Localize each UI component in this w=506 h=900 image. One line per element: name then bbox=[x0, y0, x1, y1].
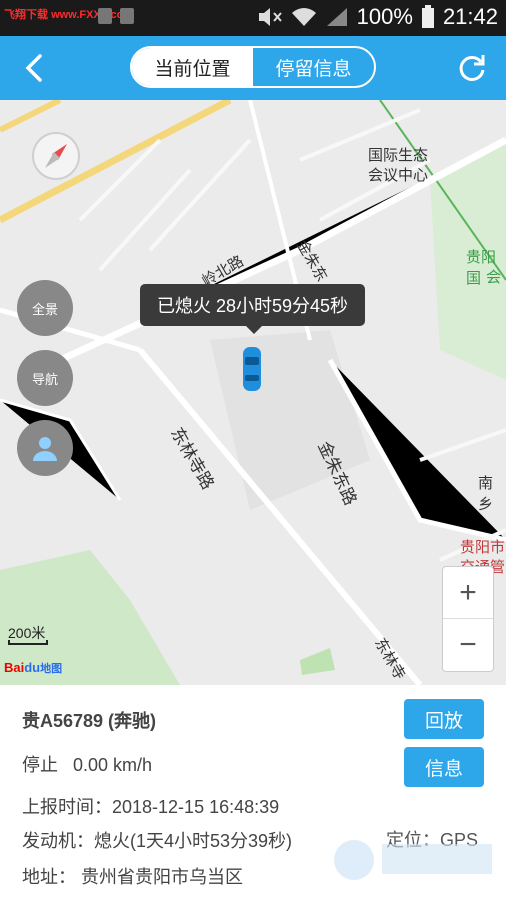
notification-icon bbox=[98, 8, 112, 24]
address: 地址： 贵州省贵阳市乌当区 bbox=[22, 867, 243, 887]
refresh-icon[interactable] bbox=[454, 50, 490, 86]
zoom-in-button[interactable]: + bbox=[443, 567, 493, 619]
user-location-button[interactable] bbox=[17, 420, 73, 476]
wifi-icon bbox=[291, 8, 316, 26]
tab-current-location[interactable]: 当前位置 bbox=[132, 48, 253, 86]
car-marker-icon[interactable] bbox=[242, 345, 262, 393]
status-label: 停止 bbox=[22, 755, 58, 775]
vehicle-status: 停止 0.00 km/h bbox=[22, 751, 152, 777]
compass-icon[interactable] bbox=[32, 132, 80, 180]
map-label: 会议中心 bbox=[368, 167, 429, 184]
mute-icon bbox=[258, 8, 282, 26]
battery-icon bbox=[421, 5, 434, 28]
back-arrow-icon[interactable] bbox=[18, 50, 54, 86]
tab-switcher: 当前位置 停留信息 bbox=[130, 46, 376, 88]
status-bar: 飞翔下载 www.FXXZ.com 100% 21:42 bbox=[0, 0, 506, 36]
scale-bar bbox=[8, 640, 48, 645]
tab-stay-info[interactable]: 停留信息 bbox=[253, 48, 374, 86]
baidu-map-logo: Baidu地图 bbox=[4, 660, 63, 675]
navigate-button[interactable]: 导航 bbox=[17, 350, 73, 406]
notification-icons bbox=[98, 8, 134, 24]
person-icon bbox=[33, 437, 57, 461]
vehicle-plate: 贵A56789 (奔驰) bbox=[22, 711, 157, 731]
app-header: 当前位置 停留信息 bbox=[0, 36, 506, 100]
panorama-button[interactable]: 全景 bbox=[17, 280, 73, 336]
map-label: 会 bbox=[486, 269, 502, 286]
battery-percent: 100% bbox=[356, 4, 413, 29]
map-label: 贵阳市 bbox=[460, 539, 506, 556]
zoom-control: + − bbox=[442, 566, 494, 672]
stay-tooltip: 已熄火 28小时59分45秒 bbox=[140, 284, 365, 334]
watermark-logo bbox=[334, 840, 492, 880]
speed-value: 0.00 km/h bbox=[73, 755, 153, 775]
notification-icon bbox=[120, 8, 134, 24]
map-view[interactable]: 国际生态 会议中心 贵阳国 会 岭北路 金朱东 东林寺路 金朱东路 南乡 贵阳市… bbox=[0, 100, 506, 685]
signal-icon bbox=[326, 8, 347, 26]
clock: 21:42 bbox=[442, 4, 498, 29]
road-label: 南乡 bbox=[478, 475, 494, 513]
report-time: 上报时间：2018-12-15 16:48:39 bbox=[22, 797, 280, 817]
status-right: 100% 21:42 bbox=[257, 4, 498, 30]
engine-status: 发动机：熄火(1天4小时53分39秒) bbox=[22, 831, 293, 851]
zoom-out-button[interactable]: − bbox=[443, 619, 493, 671]
info-button[interactable]: 信息 bbox=[404, 747, 484, 787]
replay-button[interactable]: 回放 bbox=[404, 699, 484, 739]
vehicle-info-panel: 贵A56789 (奔驰) 停止 0.00 km/h 上报时间：2018-12-1… bbox=[0, 685, 506, 900]
map-label: 国际生态 bbox=[368, 147, 429, 164]
